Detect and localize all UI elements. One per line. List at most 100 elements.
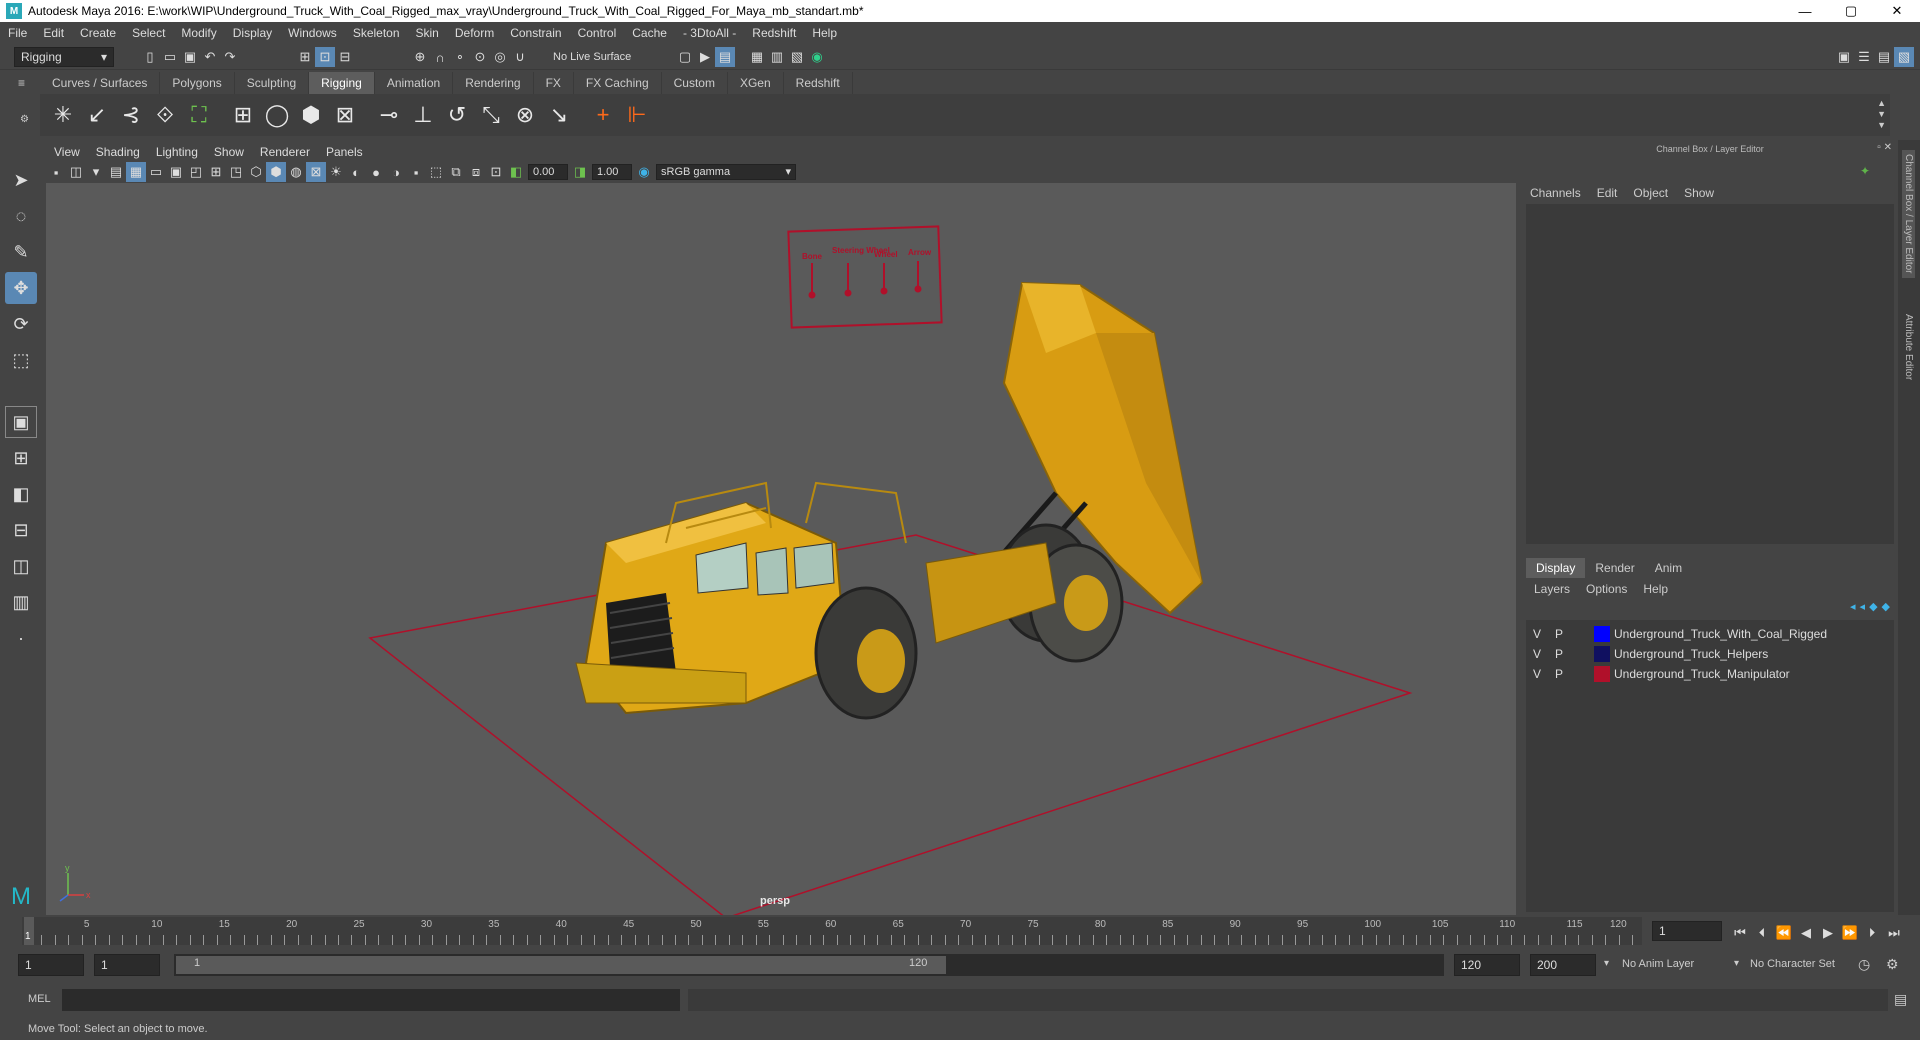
select-component-icon[interactable]: ⊟ xyxy=(335,47,355,67)
textured-icon[interactable]: ⊠ xyxy=(306,162,326,182)
xray-icon[interactable]: ⧉ xyxy=(446,162,466,182)
xray-joints-icon[interactable]: ⧈ xyxy=(466,162,486,182)
gate-mask-icon[interactable]: ◰ xyxy=(186,162,206,182)
smooth-shade-icon[interactable]: ⬢ xyxy=(266,162,286,182)
persp-graph-layout-icon[interactable]: ⊟ xyxy=(5,514,37,546)
play-backward-icon[interactable]: ◀ xyxy=(1796,923,1816,943)
character-set-dropdown[interactable]: No Character Set xyxy=(1750,958,1835,970)
layer-display-type[interactable] xyxy=(1574,646,1590,662)
bookmark-icon[interactable]: ▾ xyxy=(86,162,106,182)
four-view-layout-icon[interactable]: ⊞ xyxy=(5,442,37,474)
tab-display[interactable]: Display xyxy=(1526,558,1586,578)
layer-row[interactable]: V P Underground_Truck_With_Coal_Rigged xyxy=(1526,624,1894,644)
exposure-field[interactable]: 0.00 xyxy=(528,164,568,180)
anim-layer-dropdown[interactable]: No Anim Layer xyxy=(1622,958,1694,970)
menu-create[interactable]: Create xyxy=(72,26,124,40)
wireframe-on-shaded-icon[interactable]: ◍ xyxy=(286,162,306,182)
snap-curve-icon[interactable]: ∩ xyxy=(430,47,450,67)
tab-sculpting[interactable]: Sculpting xyxy=(234,72,310,94)
lattice-icon[interactable]: ⬢ xyxy=(294,102,328,128)
tab-fx-caching[interactable]: FX Caching xyxy=(573,72,662,94)
shadows-icon[interactable]: ◐ xyxy=(346,162,366,182)
anti-aliasing-icon[interactable]: ▪ xyxy=(406,162,426,182)
tab-polygons[interactable]: Polygons xyxy=(160,72,235,94)
color-management-icon[interactable]: ◉ xyxy=(634,162,654,182)
layer-menu-options[interactable]: Options xyxy=(1578,582,1635,596)
shelf-menu-icon[interactable]: ≡ xyxy=(18,76,25,90)
shelf-settings-icon[interactable]: ⚙ xyxy=(20,114,29,125)
modeling-toolkit-icon[interactable]: ▣ xyxy=(1834,47,1854,67)
menu-constrain[interactable]: Constrain xyxy=(502,26,569,40)
select-object-icon[interactable]: ⊡ xyxy=(315,47,335,67)
open-scene-icon[interactable]: ▭ xyxy=(160,47,180,67)
render-frame-icon[interactable]: ▶ xyxy=(695,47,715,67)
layer-visibility-toggle[interactable]: V xyxy=(1526,667,1548,681)
menu-modify[interactable]: Modify xyxy=(173,26,224,40)
resolution-gate-icon[interactable]: ▣ xyxy=(166,162,186,182)
layer-playback-toggle[interactable]: P xyxy=(1548,627,1570,641)
menu-select[interactable]: Select xyxy=(124,26,173,40)
aim-constraint-icon[interactable]: ⊗ xyxy=(508,102,542,128)
layer-menu-help[interactable]: Help xyxy=(1635,582,1676,596)
tab-custom[interactable]: Custom xyxy=(661,72,728,94)
range-slider[interactable]: 1 120 xyxy=(174,954,1444,976)
film-gate-icon[interactable]: ▭ xyxy=(146,162,166,182)
panel-menu-lighting[interactable]: Lighting xyxy=(148,145,206,159)
channel-menu-channels[interactable]: Channels xyxy=(1522,186,1589,200)
playback-end-field[interactable]: 120 xyxy=(1454,954,1520,976)
smooth-skin-icon[interactable]: ◯ xyxy=(260,102,294,128)
go-to-end-icon[interactable]: ⏭ xyxy=(1884,923,1904,943)
chevron-down-icon[interactable]: ▾ xyxy=(1734,958,1739,969)
menu-windows[interactable]: Windows xyxy=(280,26,345,40)
safe-action-icon[interactable]: ◳ xyxy=(226,162,246,182)
layer-row[interactable]: V P Underground_Truck_Helpers xyxy=(1526,644,1894,664)
motion-blur-icon[interactable]: ◑ xyxy=(386,162,406,182)
auto-key-icon[interactable]: ◷ xyxy=(1858,956,1870,973)
snap-view-icon[interactable]: ⊙ xyxy=(470,47,490,67)
panel-menu-show[interactable]: Show xyxy=(206,145,252,159)
tab-anim[interactable]: Anim xyxy=(1645,558,1692,578)
tab-redshift[interactable]: Redshift xyxy=(783,72,853,94)
move-layer-down-icon[interactable]: ◂ xyxy=(1860,600,1866,613)
hypershade-layout-icon[interactable]: ◫ xyxy=(5,550,37,582)
shelf-scroll-arrows[interactable]: ▲ ▼ ▼ xyxy=(1877,98,1886,131)
layer-playback-toggle[interactable]: P xyxy=(1548,647,1570,661)
ik-handle-icon[interactable]: ↙ xyxy=(80,102,114,128)
save-scene-icon[interactable]: ▣ xyxy=(180,47,200,67)
playback-start-field[interactable]: 1 xyxy=(94,954,160,976)
live-surface-field[interactable]: No Live Surface xyxy=(553,47,631,67)
menu-skin[interactable]: Skin xyxy=(408,26,447,40)
image-plane-icon[interactable]: ▤ xyxy=(106,162,126,182)
select-hierarchy-icon[interactable]: ⊞ xyxy=(295,47,315,67)
tab-rigging[interactable]: Rigging xyxy=(309,72,375,94)
tab-render[interactable]: Render xyxy=(1585,558,1644,578)
script-editor-icon[interactable]: ▤ xyxy=(1894,991,1907,1008)
layer-color-swatch[interactable] xyxy=(1594,646,1610,662)
tab-curves-surfaces[interactable]: Curves / Surfaces xyxy=(40,72,161,94)
xray-active-icon[interactable]: ⊡ xyxy=(486,162,506,182)
menu-skeleton[interactable]: Skeleton xyxy=(345,26,408,40)
render-view-icon[interactable]: ▧ xyxy=(787,47,807,67)
channel-box-options-icon[interactable]: ✦ xyxy=(1860,164,1870,178)
menu-help[interactable]: Help xyxy=(804,26,845,40)
animation-end-field[interactable]: 200 xyxy=(1530,954,1596,976)
menu-edit[interactable]: Edit xyxy=(35,26,72,40)
menu-deform[interactable]: Deform xyxy=(447,26,502,40)
move-layer-up-icon[interactable]: ◂ xyxy=(1850,600,1856,613)
new-layer-selected-icon[interactable]: ◆ xyxy=(1882,600,1890,613)
cluster-icon[interactable]: ⊠ xyxy=(328,102,362,128)
step-back-frame-icon[interactable]: ⏴ xyxy=(1752,923,1772,943)
menu-control[interactable]: Control xyxy=(570,26,625,40)
use-all-lights-icon[interactable]: ☀ xyxy=(326,162,346,182)
channel-menu-edit[interactable]: Edit xyxy=(1589,186,1626,200)
gamma-field[interactable]: 1.00 xyxy=(592,164,632,180)
gamma-icon[interactable]: ◨ xyxy=(570,162,590,182)
animation-prefs-icon[interactable]: ⚙ xyxy=(1886,956,1899,973)
move-tool-icon[interactable]: ✥ xyxy=(5,272,37,304)
layer-visibility-toggle[interactable]: V xyxy=(1526,627,1548,641)
joint-tool-icon[interactable]: ✳ xyxy=(46,102,80,128)
scale-constraint-icon[interactable]: ⤡ xyxy=(474,102,508,128)
step-back-key-icon[interactable]: ⏪ xyxy=(1774,923,1794,943)
menu-redshift[interactable]: Redshift xyxy=(744,26,804,40)
maximize-button[interactable]: ▢ xyxy=(1828,0,1874,22)
